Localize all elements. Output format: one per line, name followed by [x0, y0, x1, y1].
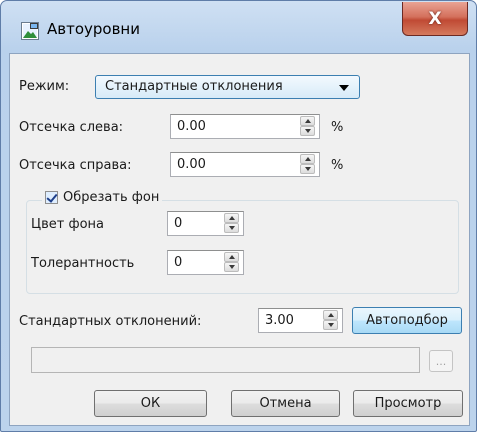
tolerance-value: 0	[174, 255, 183, 270]
close-icon: X	[428, 8, 442, 29]
clip-right-unit: %	[331, 158, 344, 173]
arrow-up-icon	[328, 313, 334, 317]
crop-background-checkbox[interactable]: Обрезать фон	[42, 190, 163, 205]
arrow-down-icon	[229, 226, 235, 230]
mode-label: Режим:	[19, 79, 70, 94]
std-dev-field[interactable]: 3.00	[258, 308, 343, 333]
clip-left-spinner[interactable]	[300, 115, 317, 138]
tolerance-field[interactable]: 0	[167, 250, 244, 275]
spin-down-button[interactable]	[224, 223, 239, 233]
std-dev-value: 3.00	[265, 313, 294, 328]
arrow-up-icon	[305, 119, 311, 123]
bg-color-spinner[interactable]	[224, 212, 241, 235]
spin-down-button[interactable]	[323, 320, 338, 330]
title-bar[interactable]: Автоуровни X	[1, 1, 476, 53]
ok-button[interactable]: ОК	[94, 390, 207, 417]
clip-left-field[interactable]: 0.00	[170, 114, 320, 139]
arrow-down-icon	[229, 265, 235, 269]
window-title: Автоуровни	[47, 20, 140, 38]
clip-left-label: Отсечка слева:	[19, 120, 124, 135]
clip-left-value: 0.00	[177, 119, 206, 134]
std-dev-label: Стандартных отклонений:	[19, 314, 202, 329]
clip-left-unit: %	[331, 120, 344, 135]
arrow-down-icon	[328, 323, 334, 327]
clip-right-label: Отсечка справа:	[19, 158, 132, 173]
spin-down-button[interactable]	[300, 164, 315, 174]
close-button[interactable]: X	[402, 2, 468, 36]
bg-color-value: 0	[174, 216, 183, 231]
bg-color-field[interactable]: 0	[167, 211, 244, 236]
spin-up-button[interactable]	[323, 310, 338, 320]
checkbox-checked-icon[interactable]	[45, 191, 58, 204]
crop-background-label: Обрезать фон	[63, 190, 160, 205]
spin-down-button[interactable]	[224, 262, 239, 272]
arrow-down-icon	[305, 167, 311, 171]
bg-color-label: Цвет фона	[31, 217, 104, 232]
arrow-up-icon	[229, 255, 235, 259]
arrow-up-icon	[305, 157, 311, 161]
spin-up-button[interactable]	[224, 252, 239, 262]
path-field[interactable]	[31, 347, 420, 373]
mode-select-value: Стандартные отклонения	[105, 79, 283, 94]
spin-up-button[interactable]	[300, 116, 315, 126]
clip-right-value: 0.00	[177, 157, 206, 172]
arrow-up-icon	[229, 216, 235, 220]
app-icon	[21, 22, 39, 40]
dialog-body: Режим: Стандартные отклонения Отсечка сл…	[9, 53, 470, 426]
arrow-down-icon	[305, 129, 311, 133]
tolerance-label: Толерантность	[31, 256, 135, 271]
spin-up-button[interactable]	[224, 213, 239, 223]
chevron-down-icon	[339, 85, 349, 91]
spin-down-button[interactable]	[300, 126, 315, 136]
preview-button[interactable]: Просмотр	[353, 390, 463, 417]
auto-fit-button[interactable]: Автоподбор	[352, 307, 462, 334]
browse-button[interactable]: ...	[429, 350, 453, 372]
autolevels-dialog: Автоуровни X Режим: Стандартные отклонен…	[0, 0, 477, 432]
clip-right-spinner[interactable]	[300, 153, 317, 176]
mode-select[interactable]: Стандартные отклонения	[95, 75, 360, 99]
tolerance-spinner[interactable]	[224, 251, 241, 274]
spin-up-button[interactable]	[300, 154, 315, 164]
cancel-button[interactable]: Отмена	[231, 390, 340, 417]
std-dev-spinner[interactable]	[323, 309, 340, 332]
clip-right-field[interactable]: 0.00	[170, 152, 320, 177]
